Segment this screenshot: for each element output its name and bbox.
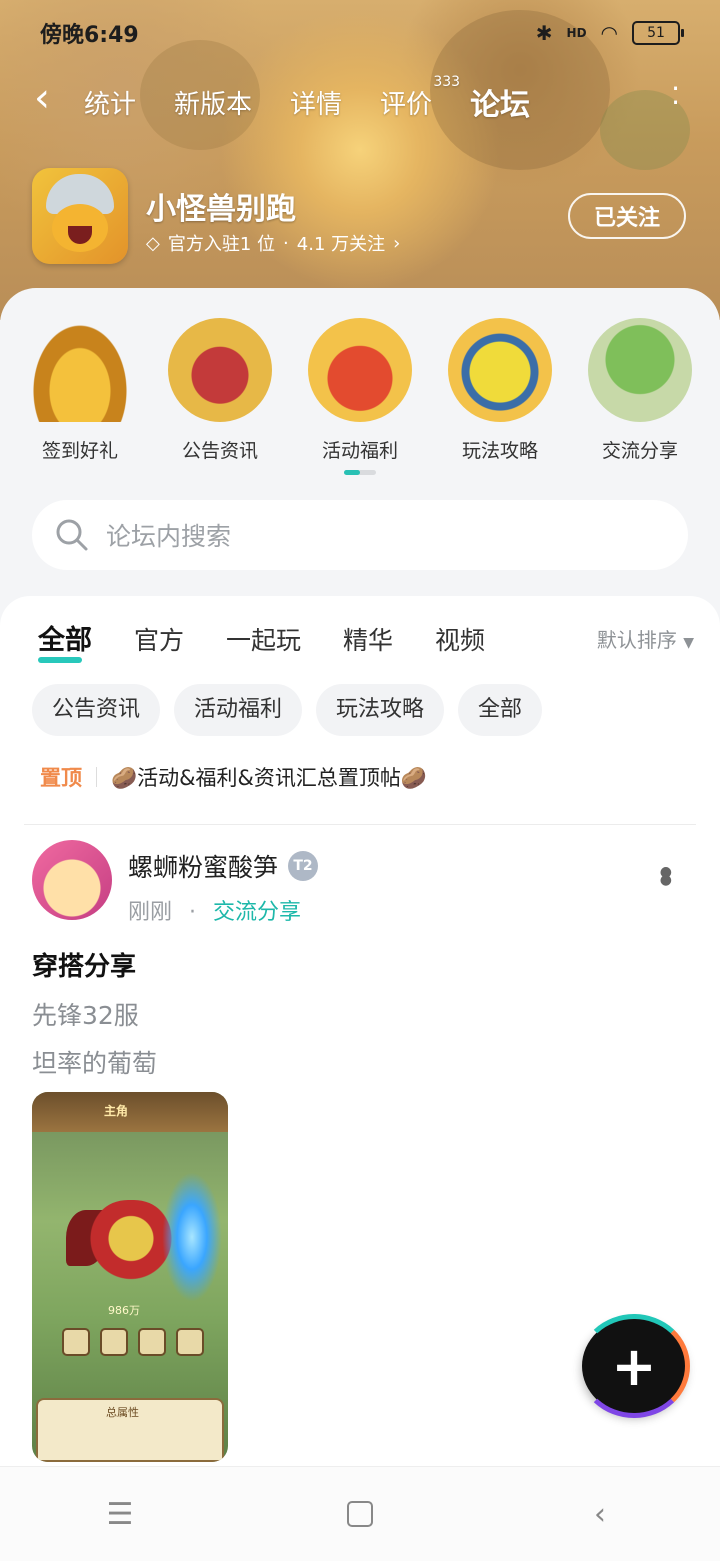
tab-bar: 统计 新版本 详情 评价 333 论坛 [84, 72, 530, 132]
tab-details[interactable]: 详情 [290, 84, 342, 121]
screenshot-title: 主角 [104, 1104, 129, 1118]
search-icon [56, 519, 88, 551]
category-announcements[interactable]: 公告资讯 [160, 318, 280, 463]
tab-forum[interactable]: 论坛 [470, 80, 530, 128]
category-label: 交流分享 [601, 440, 678, 462]
post-section[interactable]: 交流分享 [213, 900, 301, 925]
topic-chips: 公告资讯 活动福利 玩法攻略 全部 [32, 684, 543, 736]
follower-count: 4.1 万关注 [296, 234, 386, 255]
tab-new-version[interactable]: 新版本 [174, 84, 252, 121]
category-guides[interactable]: 玩法攻略 [440, 318, 560, 463]
category-events[interactable]: 活动福利 [300, 318, 420, 463]
equipment-slot-icon [138, 1328, 166, 1356]
filter-tab-play-together[interactable]: 一起玩 [226, 621, 301, 657]
post-meta: 刚刚 · 交流分享 [128, 894, 301, 926]
lemon-character-icon [448, 318, 552, 422]
create-post-button[interactable]: + [578, 1314, 690, 1418]
post-more-icon[interactable]: ● ● [660, 865, 672, 887]
sort-label: 默认排序 [596, 628, 677, 652]
treasure-chest-icon [28, 318, 132, 422]
chip-events[interactable]: 活动福利 [174, 684, 303, 736]
equipment-slot-icon [176, 1328, 204, 1356]
back-icon[interactable]: ‹ [580, 1494, 620, 1534]
equipment-slot-icon [100, 1328, 128, 1356]
category-label: 签到好礼 [41, 440, 118, 462]
category-label: 玩法攻略 [461, 440, 538, 462]
post-image[interactable]: 主角 986万 总属性 [32, 1092, 228, 1462]
post-title[interactable]: 穿搭分享 [32, 946, 136, 983]
top-navigation: ‹ 统计 新版本 详情 评价 333 论坛 · · [0, 72, 720, 132]
filter-tab-official[interactable]: 官方 [134, 621, 184, 657]
tomato-chef-icon [308, 318, 412, 422]
system-nav-bar: ☰ ‹ [0, 1466, 720, 1561]
avatar[interactable] [32, 840, 112, 920]
post-author-row: 螺蛳粉蜜酸笋 T2 [128, 848, 319, 884]
tab-reviews[interactable]: 评价 333 [380, 74, 460, 121]
menu-icon[interactable]: ☰ [100, 1494, 140, 1534]
broccoli-character-icon [588, 318, 692, 422]
battery-icon: 51 [632, 21, 684, 45]
stats-panel: 总属性 [36, 1398, 224, 1462]
status-time: 傍晚6:49 [40, 23, 139, 48]
search-placeholder: 论坛内搜索 [106, 522, 232, 551]
search-bar[interactable]: 论坛内搜索 [32, 500, 688, 570]
game-app-icon[interactable] [32, 168, 128, 264]
pinned-separator [96, 767, 97, 787]
plus-icon: + [611, 1334, 657, 1398]
level-badge-icon: T2 [288, 851, 319, 881]
category-label: 公告资讯 [181, 440, 258, 462]
divider [24, 824, 696, 825]
official-count: 官方入驻1 位 [167, 234, 276, 255]
pinned-tag: 置顶 [40, 766, 82, 790]
filter-tab-video[interactable]: 视频 [435, 621, 485, 657]
equipment-slot-icon [62, 1328, 90, 1356]
game-title: 小怪兽别跑 [146, 192, 296, 227]
category-pager [344, 470, 376, 475]
pinned-post[interactable]: 置顶 🥔活动&福利&资讯汇总置顶帖🥔 [40, 762, 427, 792]
category-checkin[interactable]: 签到好礼 [20, 318, 140, 463]
sort-dropdown[interactable]: 默认排序 ▼ [597, 624, 694, 653]
king-character-icon [168, 318, 272, 422]
chip-guides[interactable]: 玩法攻略 [316, 684, 445, 736]
tab-reviews-label: 评价 [380, 89, 433, 120]
post-meta-dot: · [189, 900, 197, 925]
wifi-icon: ◠ [600, 21, 618, 45]
stats-title: 总属性 [106, 1406, 139, 1419]
chip-all[interactable]: 全部 [458, 684, 543, 736]
post-text-line: 坦率的葡萄 [32, 1049, 158, 1078]
category-sharing[interactable]: 交流分享 [580, 318, 700, 463]
equipment-icons [62, 1328, 204, 1356]
status-bar: 傍晚6:49 ✱ HD ◠ 51 [0, 0, 720, 66]
game-meta[interactable]: ◇ 官方入驻1 位 · 4.1 万关注 › [146, 230, 400, 256]
filter-tab-featured[interactable]: 精华 [343, 621, 393, 657]
chip-announcements[interactable]: 公告资讯 [32, 684, 161, 736]
follow-button[interactable]: 已关注 [568, 193, 686, 239]
back-arrow-icon[interactable]: ‹ [34, 78, 50, 118]
filter-tab-all[interactable]: 全部 [38, 618, 92, 663]
diamond-icon: ◇ [146, 232, 160, 254]
post-time: 刚刚 [128, 900, 173, 925]
review-count-badge: 333 [433, 73, 461, 90]
pager-active [344, 470, 360, 475]
power-value: 986万 [108, 1304, 140, 1317]
filter-tabs: 全部 官方 一起玩 精华 视频 [38, 618, 485, 663]
bluetooth-icon: ✱ [535, 21, 553, 45]
post-text-line: 先锋32服 [32, 1001, 139, 1030]
post-author[interactable]: 螺蛳粉蜜酸笋 [128, 848, 278, 884]
meta-separator: · [283, 232, 289, 254]
lightning-effect [162, 1172, 222, 1302]
pinned-title: 🥔活动&福利&资讯汇总置顶帖🥔 [111, 766, 428, 790]
category-label: 活动福利 [321, 440, 398, 462]
game-screenshot-header: 主角 [32, 1092, 228, 1132]
more-vertical-icon[interactable]: · · [671, 75, 680, 117]
category-row: 签到好礼 公告资讯 活动福利 玩法攻略 交流分享 [0, 318, 720, 463]
caret-down-icon: ▼ [683, 635, 694, 651]
chevron-right-icon: › [393, 232, 401, 254]
signal-icon: HD [566, 26, 587, 40]
tab-stats[interactable]: 统计 [84, 84, 136, 121]
home-square-icon[interactable] [340, 1494, 380, 1534]
status-icons: ✱ HD ◠ 51 [535, 21, 684, 45]
